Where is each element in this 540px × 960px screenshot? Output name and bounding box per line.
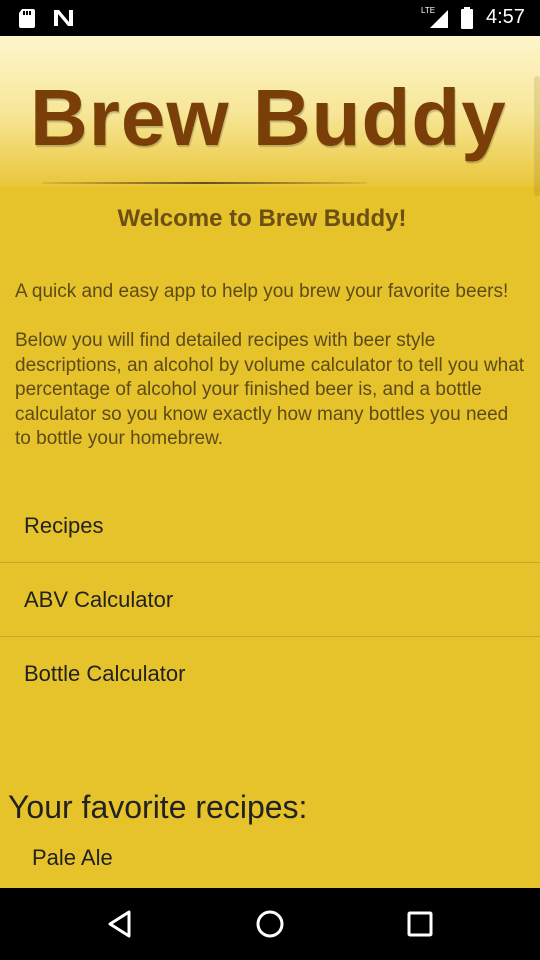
app-logo-title: Brew Buddy [30, 73, 507, 162]
menu-item-label: Recipes [24, 513, 104, 538]
sd-card-icon [19, 9, 35, 28]
header-divider [42, 182, 367, 184]
status-clock: 4:57 [486, 6, 525, 28]
n-notification-icon [54, 10, 73, 26]
menu-item-bottle-calculator[interactable]: Bottle Calculator [0, 638, 540, 711]
intro-paragraph-1: A quick and easy app to help you brew yo… [15, 281, 509, 302]
back-icon[interactable] [102, 906, 138, 942]
status-bar: LTE 4:57 [0, 0, 540, 36]
menu-item-label: Bottle Calculator [24, 661, 186, 686]
intro-paragraph-2: Below you will find detailed recipes wit… [15, 330, 525, 449]
battery-icon [461, 7, 473, 29]
recents-icon[interactable] [402, 906, 438, 942]
welcome-title: Welcome to Brew Buddy! [117, 205, 407, 232]
intro-text: A quick and easy app to help you brew yo… [15, 280, 525, 452]
menu-item-recipes[interactable]: Recipes [0, 490, 540, 563]
app-header: Brew Buddy [0, 36, 540, 196]
navigation-bar [0, 888, 540, 960]
header-scroll-indicator [534, 76, 540, 196]
favorites-heading: Your favorite recipes: [8, 789, 308, 825]
home-icon[interactable] [252, 906, 288, 942]
lte-signal-icon: LTE [421, 6, 448, 28]
menu-item-abv-calculator[interactable]: ABV Calculator [0, 564, 540, 637]
svg-text:LTE: LTE [421, 6, 435, 15]
menu-item-label: ABV Calculator [24, 587, 174, 612]
favorite-recipe-item[interactable]: Pale Ale [32, 845, 113, 871]
